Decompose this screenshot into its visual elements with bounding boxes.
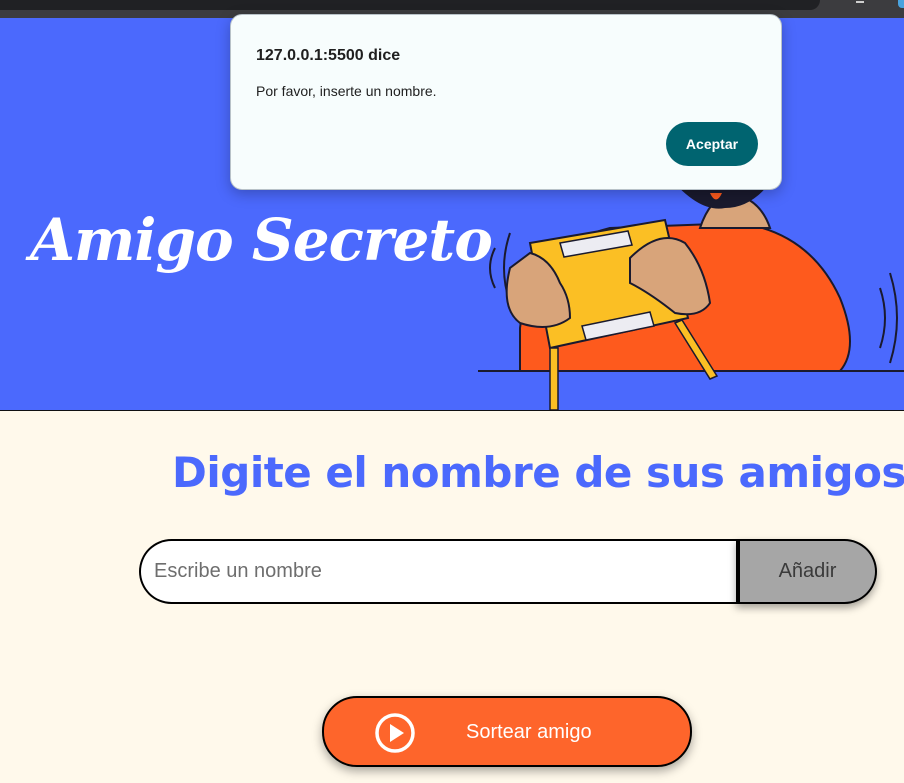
minimize-icon[interactable] bbox=[856, 1, 864, 3]
profile-icon[interactable] bbox=[898, 0, 904, 8]
add-button[interactable]: Añadir bbox=[736, 539, 877, 604]
hero-divider bbox=[0, 410, 904, 411]
draw-friend-button[interactable]: Sortear amigo bbox=[322, 696, 692, 767]
play-circle-icon bbox=[375, 713, 415, 753]
alert-dialog: 127.0.0.1:5500 dice Por favor, inserte u… bbox=[230, 14, 782, 190]
section-title: Digite el nombre de sus amigos bbox=[172, 448, 904, 497]
dialog-message: Por favor, inserte un nombre. bbox=[256, 83, 437, 99]
draw-button-label: Sortear amigo bbox=[466, 721, 592, 743]
dialog-ok-button[interactable]: Aceptar bbox=[666, 122, 758, 166]
dialog-title: 127.0.0.1:5500 dice bbox=[256, 47, 401, 64]
hero-title: Amigo Secreto bbox=[30, 206, 493, 274]
name-input[interactable] bbox=[139, 539, 741, 604]
browser-tab-strip bbox=[0, 0, 820, 10]
